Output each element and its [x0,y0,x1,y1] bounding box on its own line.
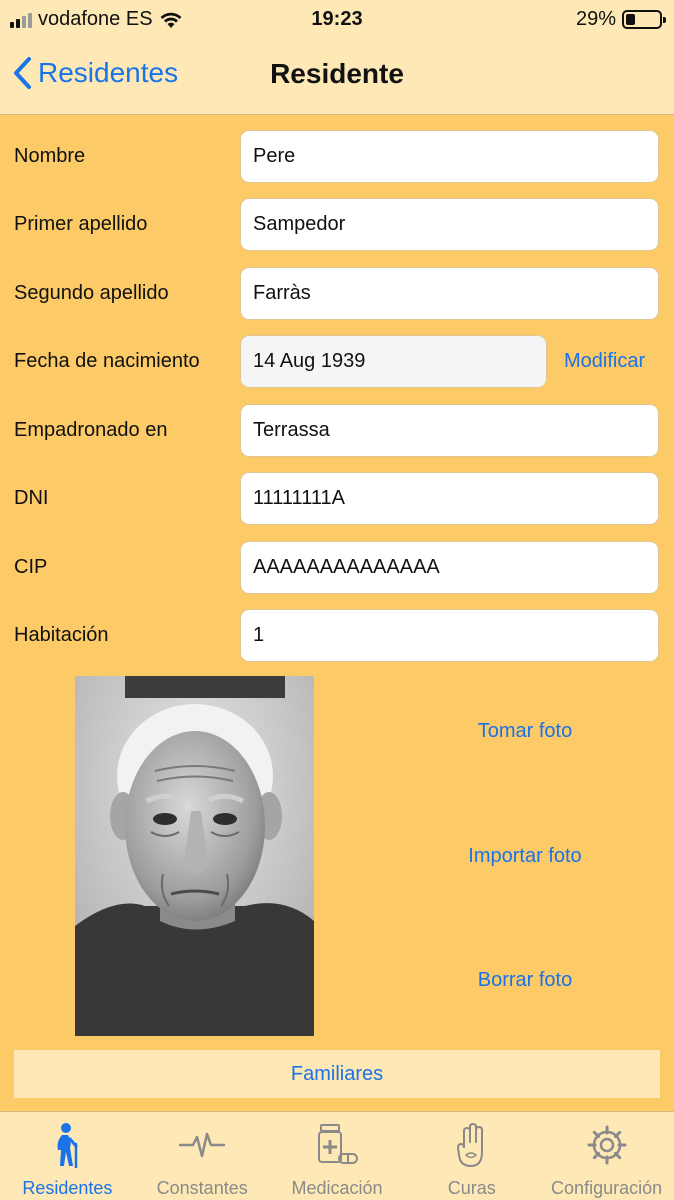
hand-icon [456,1123,483,1167]
primer-apellido-field[interactable]: Sampedor [240,198,659,251]
segundo-apellido-label: Segundo apellido [14,282,169,304]
cip-field[interactable]: AAAAAAAAAAAAAA [240,541,659,594]
take-photo-button[interactable]: Tomar foto [380,720,670,743]
segundo-apellido-field[interactable]: Farràs [240,267,659,320]
gear-icon [587,1125,627,1165]
tab-configuracion[interactable]: Configuración [539,1112,674,1200]
navigation-bar: Residentes Residente [0,38,674,115]
screen: vodafone ES 19:23 29% Residentes Residen… [0,0,674,1200]
tab-medicacion-label: Medicación [291,1178,383,1198]
row-empadronado: Empadronado en Terrassa [0,404,674,458]
modify-date-button[interactable]: Modificar [564,350,645,373]
nombre-label: Nombre [14,145,86,167]
tab-constantes-label: Constantes [156,1178,248,1198]
tab-residentes-label: Residentes [22,1178,113,1198]
habitacion-label: Habitación [14,624,109,646]
row-segundo-apellido: Segundo apellido Farràs [0,267,674,321]
fecha-nacimiento-label: Fecha de nacimiento [14,350,200,372]
empadronado-field[interactable]: Terrassa [240,404,659,457]
elderly-person-icon [57,1123,78,1168]
tab-curas[interactable]: Curas [404,1112,539,1200]
row-fecha-nacimiento: Fecha de nacimiento 14 Aug 1939 Modifica… [0,335,674,389]
resident-photo [75,676,314,1036]
dni-label: DNI [14,487,49,509]
battery-area: 29% [575,8,666,31]
tab-residentes[interactable]: Residentes [0,1112,135,1200]
page-title: Residente [270,58,404,89]
empadronado-label: Empadronado en [14,419,168,441]
tab-configuracion-label: Configuración [551,1178,663,1198]
primer-apellido-label: Primer apellido [14,213,148,235]
row-habitacion: Habitación 1 [0,609,674,663]
tab-bar: Residentes Constantes Medicación Curas C… [0,1111,674,1200]
medication-icon [317,1124,358,1164]
habitacion-field[interactable]: 1 [240,609,659,662]
delete-photo-button[interactable]: Borrar foto [380,969,670,992]
import-photo-button[interactable]: Importar foto [380,845,670,868]
row-cip: CIP AAAAAAAAAAAAAA [0,541,674,595]
cip-label: CIP [14,556,48,578]
row-nombre: Nombre Pere [0,130,674,184]
row-primer-apellido: Primer apellido Sampedor [0,198,674,252]
status-bar: vodafone ES 19:23 29% [0,0,674,38]
tab-medicacion[interactable]: Medicación [270,1112,405,1200]
battery-percent: 29% [575,8,616,30]
dni-field[interactable]: 11111111A [240,472,659,525]
tab-constantes[interactable]: Constantes [135,1112,270,1200]
nombre-field[interactable]: Pere [240,130,659,183]
row-dni: DNI 11111111A [0,472,674,526]
tab-curas-label: Curas [447,1178,496,1198]
status-time: 19:23 [311,8,363,30]
family-button[interactable]: Familiares [14,1050,660,1098]
fecha-nacimiento-field: 14 Aug 1939 [240,335,547,388]
battery-icon [622,10,666,29]
heartbeat-icon [179,1132,226,1158]
